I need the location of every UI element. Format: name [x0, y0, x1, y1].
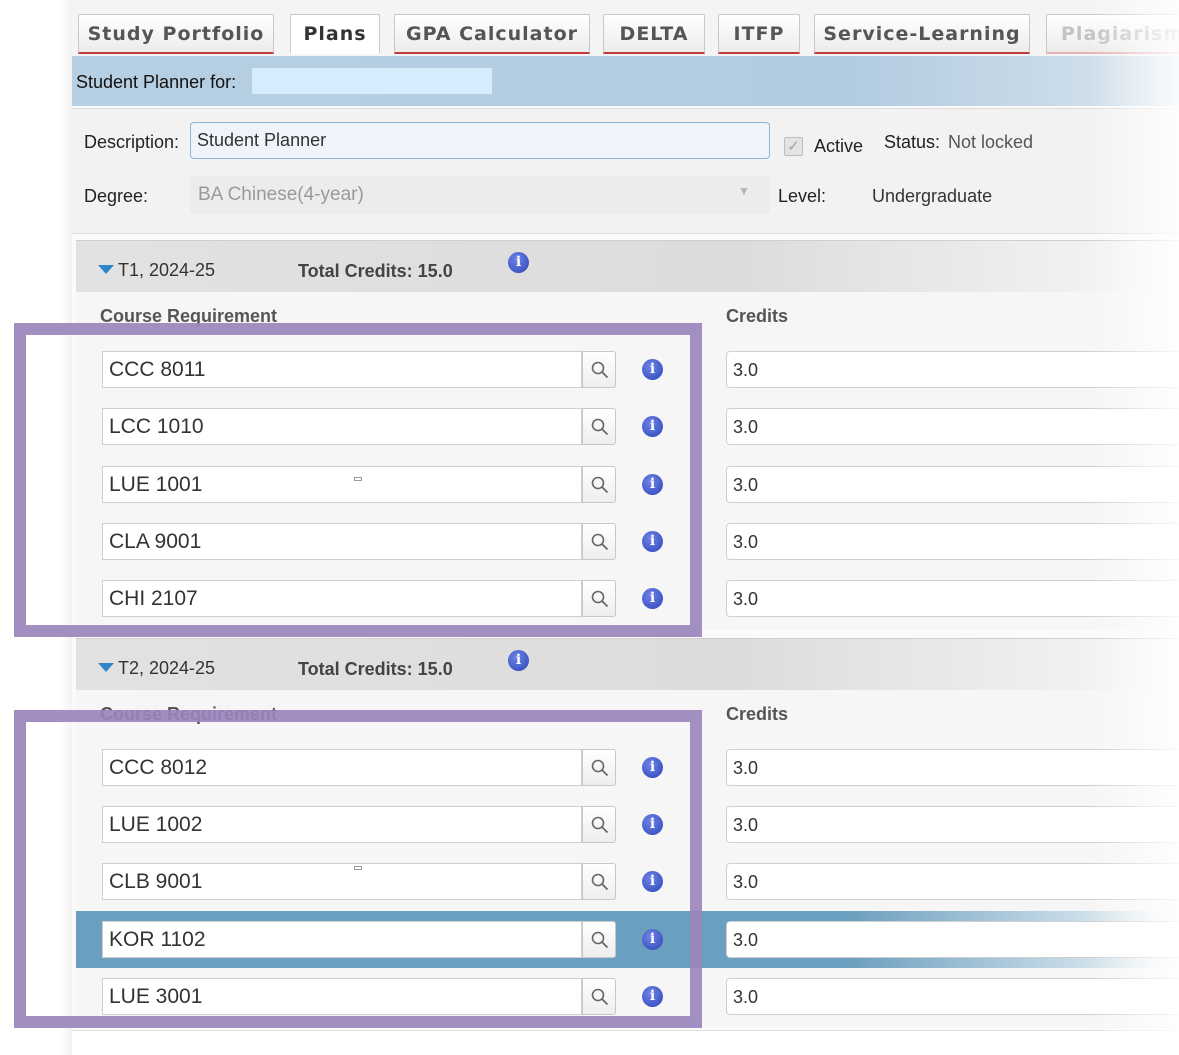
tab-plagiarism: Plagiarism: [1046, 14, 1179, 54]
collapse-triangle-icon: [98, 663, 114, 672]
tab-itfp[interactable]: ITFP: [718, 14, 800, 54]
student-header: [72, 56, 1179, 106]
term-header-t1[interactable]: [76, 240, 1179, 292]
credits-input[interactable]: 3.0: [726, 806, 1179, 843]
term-title-t1[interactable]: T1, 2024-25: [98, 260, 215, 281]
description-input[interactable]: Student Planner: [190, 122, 770, 159]
credits-input[interactable]: 3.0: [726, 351, 1179, 388]
status-label: Status:: [884, 132, 941, 152]
tab-delta[interactable]: DELTA: [603, 14, 705, 54]
column-header-credits: Credits: [726, 704, 789, 724]
info-icon[interactable]: i: [508, 252, 529, 273]
tab-gpa-calculator[interactable]: GPA Calculator: [394, 14, 590, 54]
footer-strip: [72, 1030, 1179, 1055]
column-header-credits: Credits: [726, 306, 789, 326]
credits-input[interactable]: 3.0: [726, 863, 1179, 900]
description-label: Description:: [84, 132, 180, 152]
term-total-credits-t1: Total Credits: 15.0: [298, 261, 453, 281]
credits-input[interactable]: 3.0: [726, 408, 1179, 445]
level-value: Undergraduate: [872, 186, 993, 206]
degree-label: Degree:: [84, 186, 149, 206]
term-title-t2[interactable]: T2, 2024-25: [98, 658, 215, 679]
degree-select: BA Chinese(4-year): [190, 176, 770, 214]
tab-service-learning[interactable]: Service-Learning: [814, 14, 1030, 54]
term-header-t2[interactable]: [76, 638, 1179, 690]
tab-study-portfolio[interactable]: Study Portfolio: [78, 14, 274, 54]
tab-bar: Study Portfolio Plans GPA Calculator DEL…: [72, 0, 1179, 56]
tab-plans[interactable]: Plans: [290, 14, 380, 54]
highlight-box-t2: [14, 710, 702, 1028]
credits-input[interactable]: 3.0: [726, 921, 1179, 958]
highlight-box-t1: [14, 323, 702, 637]
active-label: Active: [814, 136, 864, 156]
credits-input[interactable]: 3.0: [726, 580, 1179, 617]
credits-input[interactable]: 3.0: [726, 523, 1179, 560]
credits-input[interactable]: 3.0: [726, 466, 1179, 503]
credits-input[interactable]: 3.0: [726, 749, 1179, 786]
collapse-triangle-icon: [98, 265, 114, 274]
chevron-down-icon: ▼: [738, 184, 750, 198]
credits-input[interactable]: 3.0: [726, 978, 1179, 1015]
student-planner-label: Student Planner for:: [76, 72, 237, 92]
term-total-credits-t2: Total Credits: 15.0: [298, 659, 453, 679]
info-icon[interactable]: i: [508, 650, 529, 671]
student-name-field: [252, 68, 492, 94]
active-checkbox[interactable]: ✓: [784, 137, 803, 156]
level-label: Level:: [778, 186, 827, 206]
status-value: Not locked: [948, 132, 1034, 152]
